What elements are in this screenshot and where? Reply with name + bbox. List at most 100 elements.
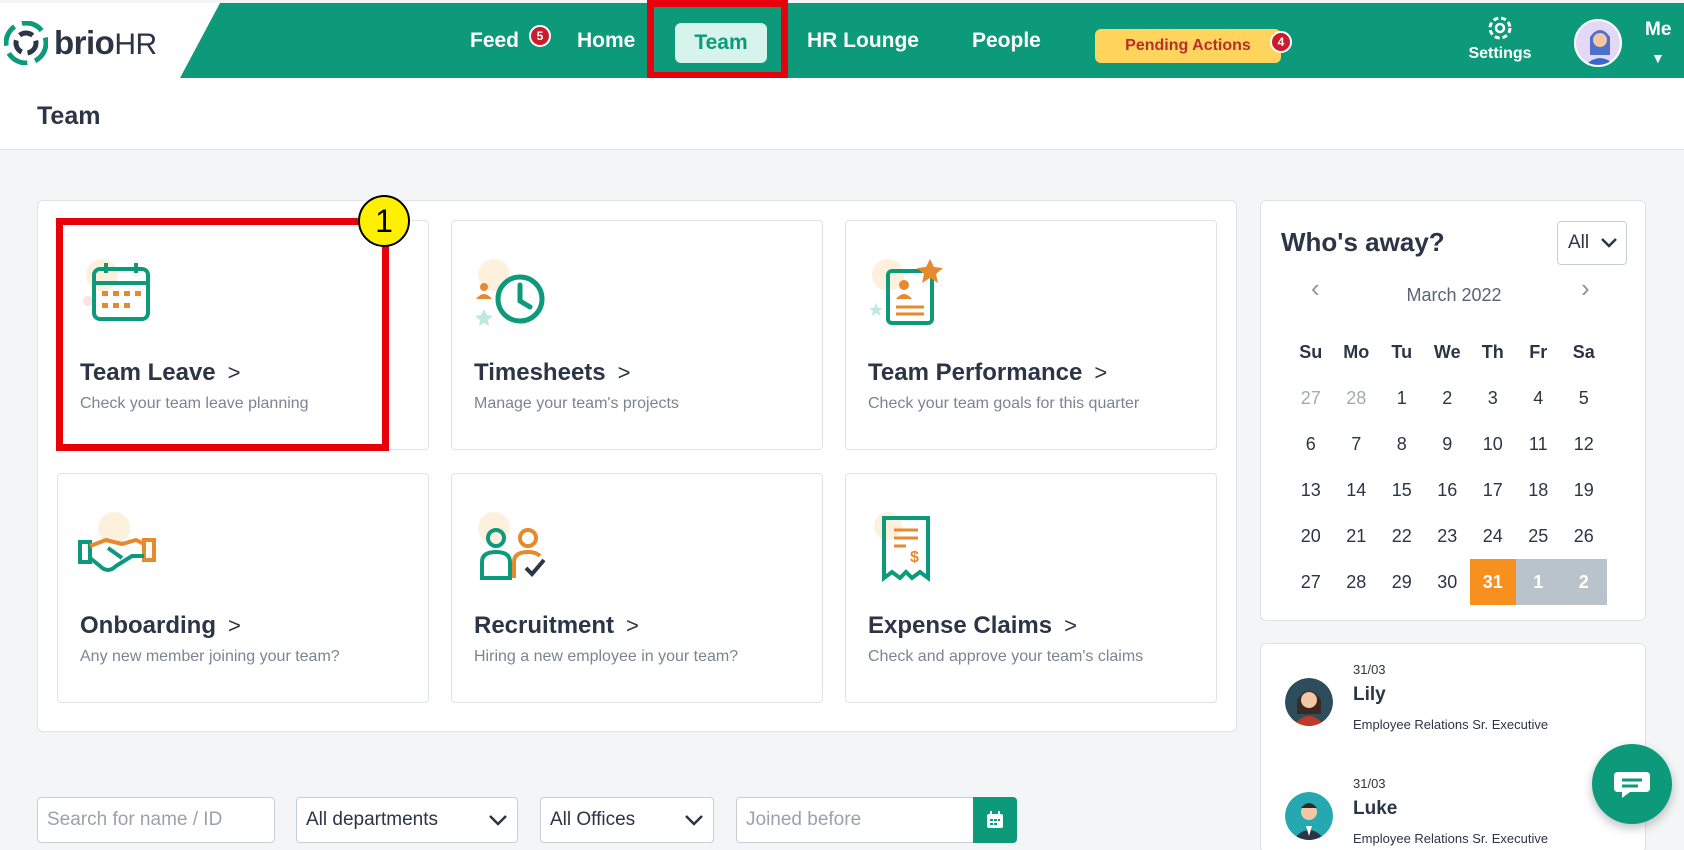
weekday-label: Sa bbox=[1572, 341, 1595, 362]
calendar-day[interactable]: 7 bbox=[1334, 421, 1380, 467]
svg-text:$: $ bbox=[910, 549, 919, 566]
calendar-day[interactable]: 30 bbox=[1425, 559, 1471, 605]
joined-before-field[interactable] bbox=[736, 797, 974, 843]
calendar-day[interactable]: 24 bbox=[1470, 513, 1516, 559]
calendar-day[interactable]: 17 bbox=[1470, 467, 1516, 513]
page-title: Team bbox=[37, 102, 101, 130]
card-description: Check and approve your team's claims bbox=[868, 648, 1144, 665]
weekday-label: Tu bbox=[1391, 341, 1413, 362]
user-avatar[interactable] bbox=[1574, 19, 1622, 67]
weekday-label: We bbox=[1433, 341, 1461, 362]
card-onboarding[interactable]: Onboarding > Any new member joining your … bbox=[57, 473, 429, 703]
clock-icon bbox=[475, 259, 545, 326]
nav-hr-lounge[interactable]: HR Lounge bbox=[807, 29, 919, 53]
person-role: Employee Relations Sr. Executive bbox=[1353, 831, 1549, 846]
chevron-right-icon: > bbox=[1094, 360, 1108, 385]
calendar-day[interactable]: 27 bbox=[1288, 375, 1334, 421]
calendar-day[interactable]: 15 bbox=[1379, 467, 1425, 513]
search-field[interactable] bbox=[37, 797, 275, 843]
calendar-day[interactable]: 13 bbox=[1288, 467, 1334, 513]
nav-feed[interactable]: Feed bbox=[470, 29, 519, 53]
calendar-day[interactable]: 19 bbox=[1561, 467, 1607, 513]
calendar-day[interactable]: 9 bbox=[1425, 421, 1471, 467]
calendar-icon bbox=[987, 811, 1003, 828]
calendar-day[interactable]: 28 bbox=[1334, 375, 1380, 421]
card-expense-claims[interactable]: $ Expense Claims > Check and approve your… bbox=[845, 473, 1217, 703]
calendar-day[interactable]: 12 bbox=[1561, 421, 1607, 467]
calendar-day[interactable]: 10 bbox=[1470, 421, 1516, 467]
calendar-day[interactable]: 16 bbox=[1425, 467, 1471, 513]
search-input[interactable] bbox=[47, 809, 265, 831]
calendar-day[interactable]: 14 bbox=[1334, 467, 1380, 513]
calendar-day[interactable]: 4 bbox=[1516, 375, 1562, 421]
away-filter-value: All bbox=[1568, 232, 1590, 253]
feed-count-badge: 5 bbox=[529, 25, 551, 47]
calendar-day[interactable]: 8 bbox=[1379, 421, 1425, 467]
next-month-icon[interactable]: › bbox=[1581, 273, 1590, 304]
department-select[interactable]: All departments bbox=[296, 797, 518, 843]
nav-people[interactable]: People bbox=[972, 29, 1041, 53]
date-picker-button[interactable] bbox=[973, 797, 1017, 843]
briohr-logo[interactable]: brioHR bbox=[4, 21, 157, 65]
weekday-label: Mo bbox=[1343, 341, 1370, 362]
calendar-day[interactable]: 2 bbox=[1561, 559, 1607, 605]
calendar-day[interactable]: 28 bbox=[1334, 559, 1380, 605]
card-title[interactable]: Recruitment > bbox=[474, 612, 639, 640]
calendar-grid: Su Mo Tu We Th Fr Sa 27 28 1 2 3 4 5 6 7 8 9 10 11 12 13 14 15 1… bbox=[1288, 329, 1607, 605]
chevron-right-icon: > bbox=[1064, 613, 1077, 638]
card-title[interactable]: Onboarding > bbox=[80, 612, 241, 640]
calendar-day[interactable]: 27 bbox=[1288, 559, 1334, 605]
away-date: 31/03 bbox=[1353, 662, 1386, 677]
card-title[interactable]: Team Performance > bbox=[868, 359, 1107, 387]
recruitment-icon bbox=[478, 512, 546, 580]
calendar-day[interactable]: 1 bbox=[1515, 559, 1561, 605]
calendar-day[interactable]: 3 bbox=[1470, 375, 1516, 421]
nav-home[interactable]: Home bbox=[577, 29, 635, 53]
pending-count-badge: 4 bbox=[1270, 31, 1292, 53]
calendar-day[interactable]: 18 bbox=[1516, 467, 1562, 513]
calendar-day[interactable]: 20 bbox=[1288, 513, 1334, 559]
whos-away-calendar: Who's away? All ‹ March 2022 › Su Mo Tu We T… bbox=[1260, 200, 1646, 621]
calendar-day[interactable]: 1 bbox=[1379, 375, 1425, 421]
card-title[interactable]: Expense Claims > bbox=[868, 612, 1077, 640]
receipt-icon: $ bbox=[874, 512, 930, 582]
pending-actions-button[interactable]: Pending Actions bbox=[1095, 29, 1281, 63]
card-timesheets[interactable]: Timesheets > Manage your team's projects bbox=[451, 220, 823, 450]
card-description: Any new member joining your team? bbox=[80, 648, 340, 665]
chevron-right-icon: > bbox=[227, 613, 241, 638]
performance-icon bbox=[869, 259, 943, 325]
away-people-list: 31/03 Lily Employee Relations Sr. Execut… bbox=[1260, 643, 1646, 850]
chat-button[interactable] bbox=[1592, 744, 1672, 824]
calendar-day-today[interactable]: 31 bbox=[1470, 559, 1516, 605]
away-filter-select[interactable]: All bbox=[1557, 221, 1627, 265]
calendar-day[interactable]: 11 bbox=[1516, 421, 1562, 467]
card-recruitment[interactable]: Recruitment > Hiring a new employee in yo… bbox=[451, 473, 823, 703]
office-select[interactable]: All Offices bbox=[540, 797, 714, 843]
calendar-day[interactable]: 23 bbox=[1425, 513, 1471, 559]
person-name: Lily bbox=[1353, 684, 1386, 705]
card-title[interactable]: Timesheets > bbox=[474, 359, 630, 387]
calendar-day[interactable]: 29 bbox=[1379, 559, 1425, 605]
card-description: Manage your team's projects bbox=[474, 395, 679, 412]
calendar-day[interactable]: 25 bbox=[1516, 513, 1562, 559]
weekday-label: Th bbox=[1481, 341, 1504, 362]
calendar-day[interactable]: 26 bbox=[1561, 513, 1607, 559]
gear-icon bbox=[1488, 16, 1512, 40]
chat-icon bbox=[1614, 772, 1650, 798]
calendar-day[interactable]: 22 bbox=[1379, 513, 1425, 559]
joined-before-input[interactable] bbox=[746, 809, 964, 831]
settings-label: Settings bbox=[1468, 45, 1532, 62]
list-item[interactable]: 31/03 Lily Employee Relations Sr. Execut… bbox=[1261, 644, 1645, 744]
settings-button[interactable]: Settings bbox=[1462, 13, 1538, 63]
calendar-day[interactable]: 2 bbox=[1425, 375, 1471, 421]
chevron-right-icon: > bbox=[617, 360, 631, 385]
card-team-performance[interactable]: Team Performance > Check your team goals … bbox=[845, 220, 1217, 450]
calendar-day[interactable]: 5 bbox=[1561, 375, 1607, 421]
me-menu[interactable]: Me bbox=[1645, 19, 1671, 41]
highlight-team-leave-card bbox=[56, 218, 389, 451]
calendar-day[interactable]: 6 bbox=[1288, 421, 1334, 467]
chevron-right-icon: > bbox=[626, 613, 639, 638]
calendar-day[interactable]: 21 bbox=[1334, 513, 1380, 559]
chevron-down-icon[interactable]: ▼ bbox=[1651, 50, 1665, 66]
list-item[interactable]: 31/03 Luke Employee Relations Sr. Execut… bbox=[1261, 758, 1645, 850]
